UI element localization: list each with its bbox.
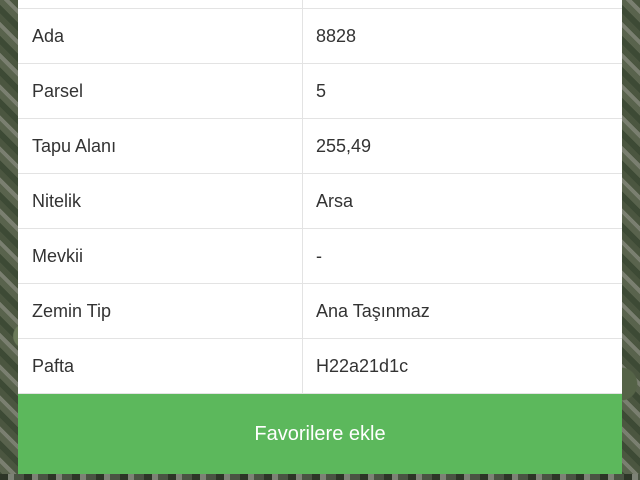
row-label: Mevkii <box>18 229 303 283</box>
row-value: Ana Taşınmaz <box>316 300 430 321</box>
table-row-pafta: Pafta H22a21d1c <box>18 339 622 394</box>
row-label: Pafta <box>18 339 303 393</box>
row-label: Nitelik <box>18 174 303 228</box>
row-label: Zemin Tip <box>18 284 303 338</box>
table-row-tapu-alani: Tapu Alanı 255,49 <box>18 119 622 174</box>
row-value: Arsa <box>316 190 354 211</box>
parcel-info-panel: Ada 8828 Parsel 5 Tapu Alanı 255,49 Nite… <box>18 0 622 394</box>
row-value: 255,49 <box>316 135 372 156</box>
row-label: Tapu Alanı <box>18 119 303 173</box>
add-to-favorites-button[interactable]: Favorilere ekle <box>18 394 622 474</box>
row-label: Parsel <box>18 64 303 118</box>
row-label: Ada <box>18 9 303 63</box>
table-row-parsel: Parsel 5 <box>18 64 622 119</box>
row-value: - <box>316 245 322 266</box>
row-value <box>303 0 622 8</box>
row-value: 5 <box>316 80 327 101</box>
table-row-partial <box>18 0 622 9</box>
table-row-mevkii: Mevkii - <box>18 229 622 284</box>
table-row-zemin-tip: Zemin Tip Ana Taşınmaz <box>18 284 622 339</box>
table-row-ada: Ada 8828 <box>18 9 622 64</box>
row-label <box>18 0 303 8</box>
row-value: 8828 <box>316 25 357 46</box>
table-row-nitelik: Nitelik Arsa <box>18 174 622 229</box>
satellite-map-edge <box>0 474 640 480</box>
row-value: H22a21d1c <box>316 355 409 376</box>
